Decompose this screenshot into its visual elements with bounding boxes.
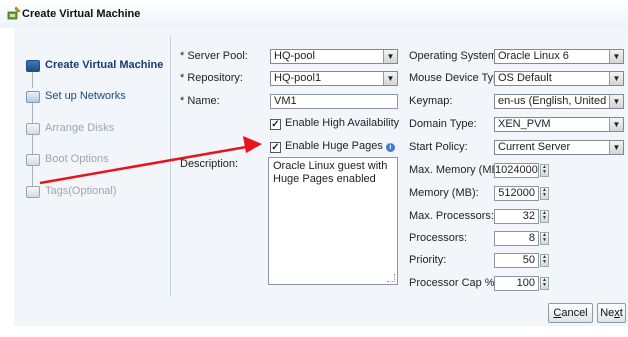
annotation-arrow [39, 136, 262, 185]
arrowhead-icon [243, 136, 262, 153]
